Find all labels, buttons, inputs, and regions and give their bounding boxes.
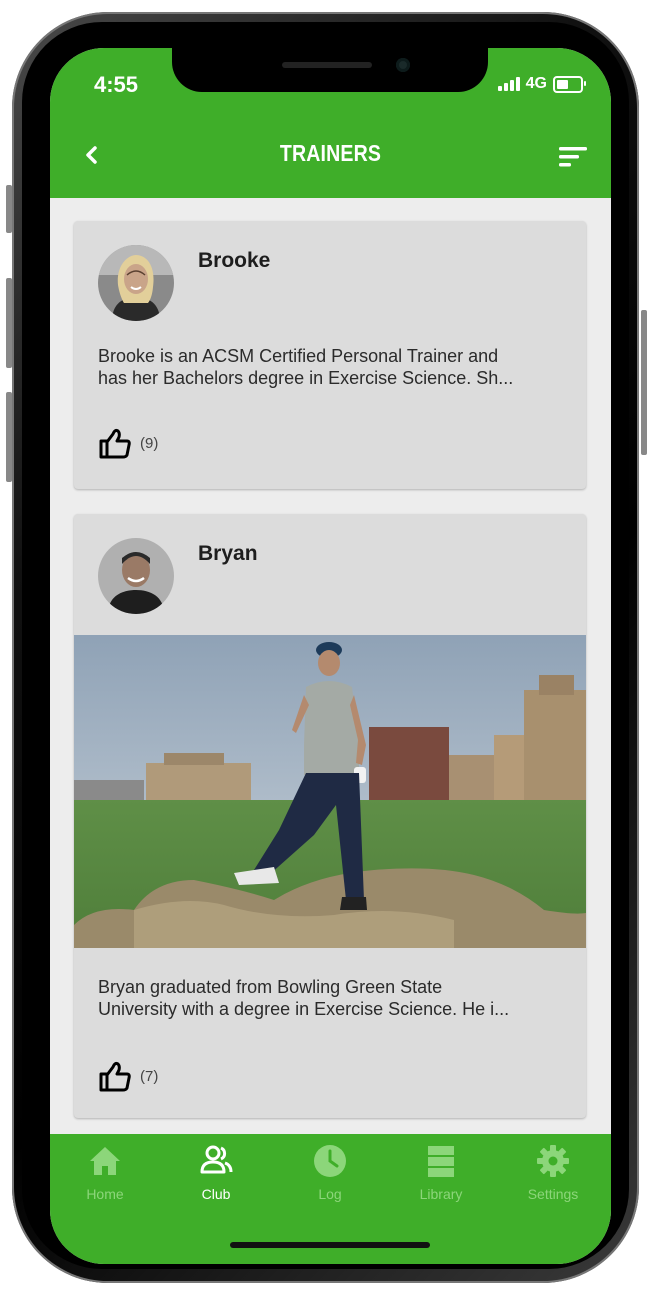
volume-up-button (6, 278, 12, 368)
sort-icon (559, 147, 587, 167)
app-screen: 4:55 4G TRAINERS Brooke Brooke is an ACS… (50, 48, 611, 1264)
tab-label: Library (419, 1186, 463, 1202)
trainer-card[interactable]: Bryan Bryan graduated from Bowling Green… (74, 514, 586, 1118)
volume-down-button (6, 392, 12, 482)
trainer-photo (74, 635, 586, 948)
like-row: (7) (98, 1059, 158, 1093)
status-indicators: 4G (497, 75, 586, 93)
avatar (98, 245, 174, 321)
speaker (282, 62, 372, 68)
tab-settings[interactable]: Settings (513, 1144, 593, 1202)
mute-switch (6, 185, 12, 233)
trainer-name: Bryan (198, 542, 258, 565)
tab-home[interactable]: Home (65, 1144, 145, 1202)
tab-library[interactable]: Library (401, 1144, 481, 1202)
trainer-bio: Bryan graduated from Bowling Green State… (98, 977, 510, 1019)
notch (172, 48, 488, 92)
trainer-bio: Brooke is an ACSM Certified Personal Tra… (98, 346, 514, 388)
like-count: (9) (140, 434, 159, 452)
library-icon (428, 1146, 454, 1177)
club-icon (200, 1145, 233, 1174)
home-indicator[interactable] (230, 1242, 430, 1248)
tab-label: Home (86, 1186, 124, 1202)
status-time: 4:55 (94, 72, 139, 97)
tab-label: Club (201, 1186, 231, 1202)
home-icon (90, 1147, 120, 1175)
avatar (98, 538, 174, 614)
battery-icon (553, 75, 586, 93)
tab-label: Settings (527, 1186, 579, 1202)
clock-icon (314, 1145, 346, 1177)
gear-icon (537, 1145, 569, 1177)
sort-button[interactable] (559, 145, 589, 169)
trainer-list[interactable]: Brooke Brooke is an ACSM Certified Perso… (50, 198, 611, 1134)
trainer-name: Brooke (198, 249, 271, 272)
network-type: 4G (525, 75, 547, 92)
tab-label: Log (318, 1186, 342, 1202)
power-button (641, 310, 647, 455)
tab-log[interactable]: Log (290, 1144, 370, 1202)
signal-icon (497, 77, 520, 91)
thumbs-up-icon[interactable] (98, 1059, 132, 1093)
front-camera (396, 58, 410, 72)
app-header: 4:55 4G TRAINERS (50, 48, 611, 198)
thumbs-up-icon[interactable] (98, 426, 132, 460)
trainer-card[interactable]: Brooke Brooke is an ACSM Certified Perso… (74, 221, 586, 489)
tab-club[interactable]: Club (176, 1144, 256, 1202)
like-count: (7) (140, 1067, 159, 1085)
like-row: (9) (98, 426, 158, 460)
page-title: TRAINERS (279, 140, 382, 166)
